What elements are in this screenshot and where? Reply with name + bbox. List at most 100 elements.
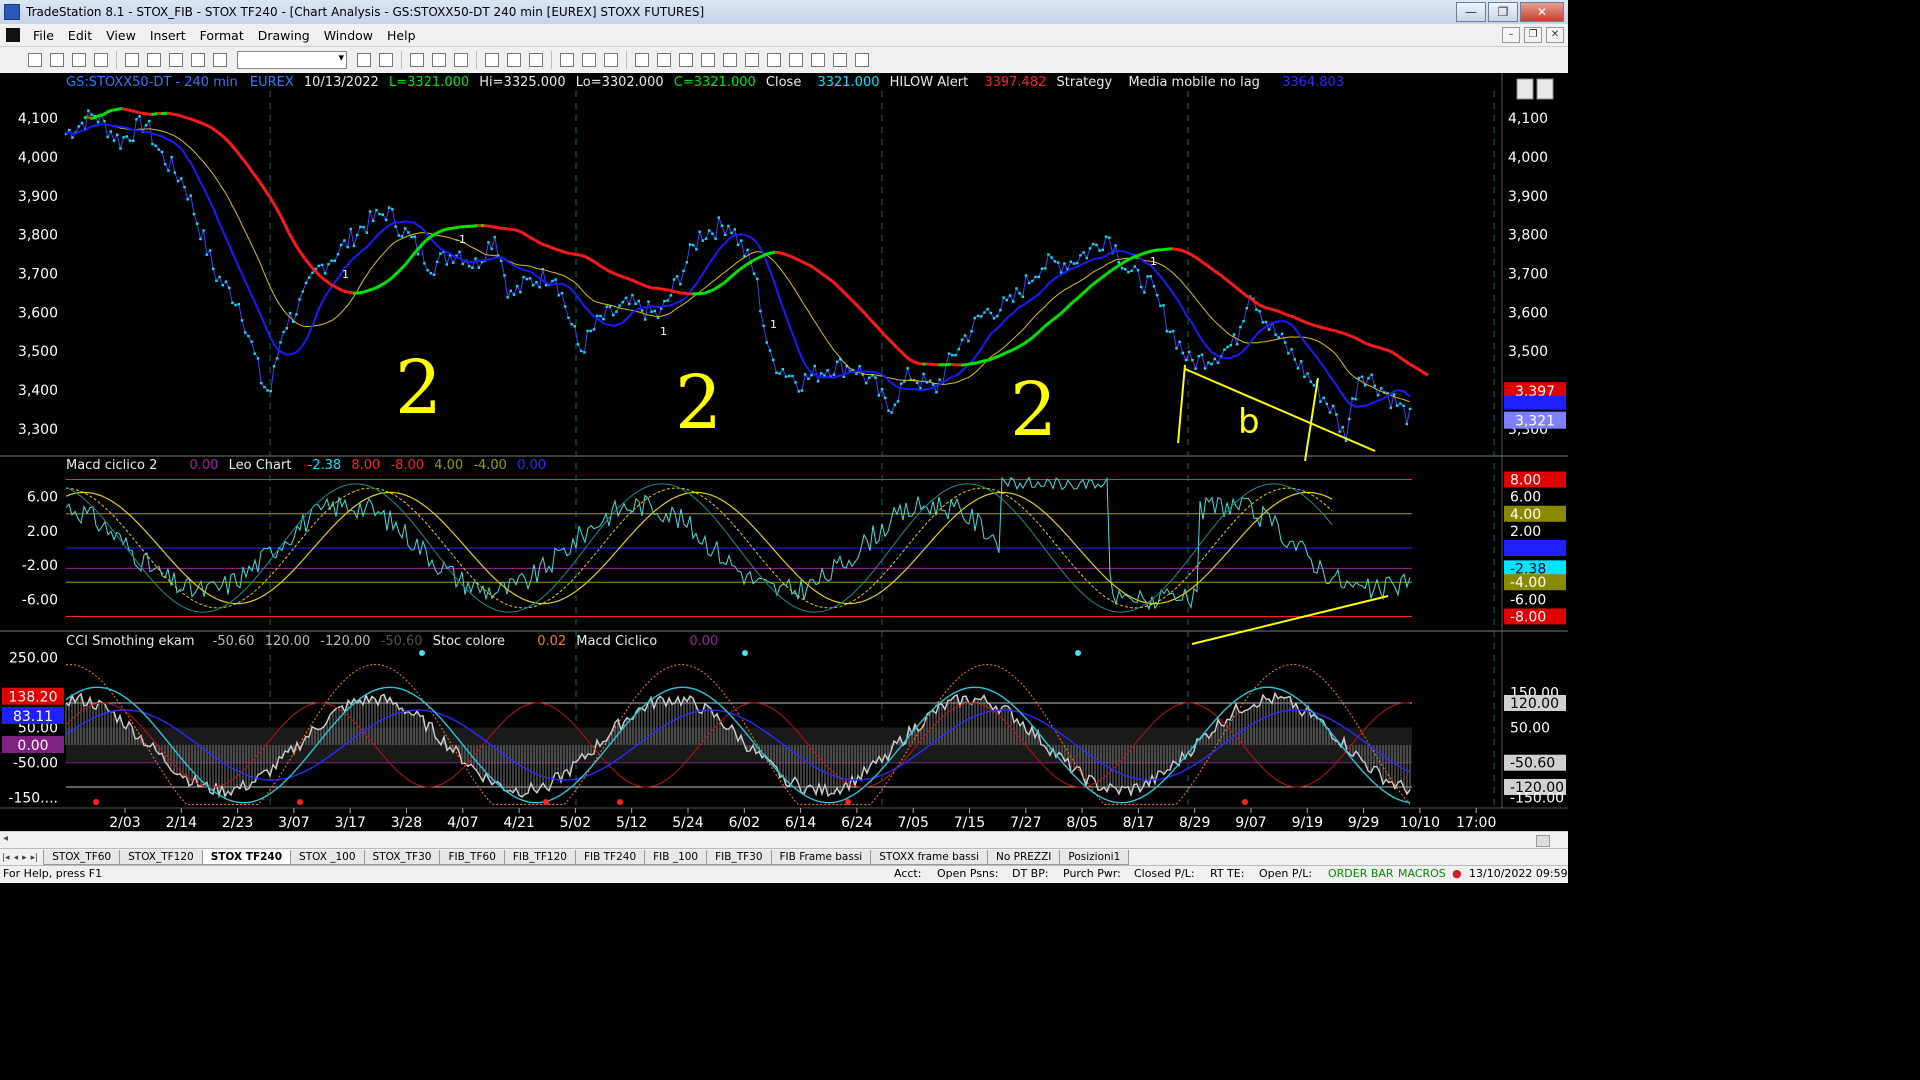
zoom-in-icon[interactable] — [560, 53, 574, 67]
price-bar-marker — [768, 349, 772, 352]
price-bar-marker — [986, 307, 989, 311]
print-icon[interactable] — [125, 53, 139, 67]
menu-window[interactable]: Window — [317, 28, 380, 43]
horizontal-line-icon[interactable] — [701, 53, 715, 67]
tab-stox-tf30[interactable]: STOX_TF30 — [363, 850, 441, 865]
strategy-label: Strategy — [1057, 75, 1113, 90]
hilow-alert-line — [758, 254, 764, 259]
price-bar-marker — [196, 222, 199, 225]
tab-fib-tf60[interactable]: FIB_TF60 — [439, 850, 505, 865]
arrow-down-icon[interactable] — [789, 53, 803, 67]
lock-icon[interactable] — [169, 53, 183, 67]
tab-posizioni1[interactable]: Posizioni1 — [1059, 850, 1130, 865]
status-order-bar[interactable]: ORDER BAR — [1328, 867, 1394, 880]
cci-neutral-band — [66, 727, 1412, 763]
price-bar-marker — [538, 286, 541, 289]
save-icon[interactable] — [72, 53, 86, 67]
tab-stox-tf60[interactable]: STOX_TF60 — [43, 850, 121, 865]
trendline-icon[interactable] — [679, 53, 693, 67]
menu-insert[interactable]: Insert — [143, 28, 193, 43]
price-bar-marker — [695, 248, 698, 251]
hilow-alert-line — [1309, 322, 1314, 327]
tab-stox-tf120[interactable]: STOX_TF120 — [119, 850, 203, 865]
indicator-icon[interactable] — [485, 53, 499, 67]
cci-value-tag-label: -50.60 — [1510, 756, 1555, 772]
channel-icon[interactable] — [745, 53, 759, 67]
tab-nav-first-icon[interactable]: |◂ — [0, 853, 12, 863]
status-macros[interactable]: MACROS — [1398, 867, 1446, 880]
maximize-button[interactable]: ❐ — [1488, 2, 1518, 22]
hilow-alert-line — [368, 287, 373, 292]
tab-stox-tf240[interactable]: STOX TF240 — [201, 850, 292, 865]
tab-fib-tf30[interactable]: FIB_TF30 — [706, 850, 772, 865]
menu-help[interactable]: Help — [380, 28, 423, 43]
price-bar-marker — [218, 275, 221, 279]
open-file-icon[interactable] — [50, 53, 64, 67]
strategy-icon[interactable] — [507, 53, 521, 67]
text-icon[interactable] — [855, 53, 869, 67]
hilow-alert-line — [915, 361, 920, 366]
price-bar-marker — [666, 299, 669, 302]
price-bar-marker — [423, 262, 426, 265]
chart-analysis-window[interactable]: 2 2 2 b 1 -1 1 1 1 4,100 4,100 4,000 4,000 3,900 3,90… — [0, 73, 1568, 831]
fibonacci-icon[interactable] — [723, 53, 737, 67]
tab-nav-next-icon[interactable]: ▸ — [20, 853, 29, 863]
radar-icon[interactable] — [432, 53, 446, 67]
tab-no-prezzi[interactable]: No PREZZI — [987, 850, 1061, 865]
tab-fib-frame-bassi[interactable]: FIB Frame bassi — [770, 850, 872, 865]
folder-icon[interactable] — [94, 53, 108, 67]
tab-nav-prev-icon[interactable]: ◂ — [12, 853, 21, 863]
pointer-icon[interactable] — [635, 53, 649, 67]
price-bar-marker — [1408, 407, 1412, 411]
symbol-dropdown[interactable] — [237, 51, 347, 69]
hilow-alert-line — [672, 289, 677, 294]
tab-stoxx-frame-bassi[interactable]: STOXX frame bassi — [870, 850, 989, 865]
ellipse-icon[interactable] — [811, 53, 825, 67]
horizontal-scrollbar[interactable]: ◂ — [0, 831, 1568, 849]
scroll-thumb[interactable] — [1536, 835, 1550, 847]
price-bar-marker — [717, 216, 720, 219]
tab-fib-tf120[interactable]: FIB_TF120 — [503, 850, 576, 865]
price-bar-marker — [711, 232, 714, 236]
zoom-out-icon[interactable] — [582, 53, 596, 67]
arrow-up-icon[interactable] — [767, 53, 781, 67]
mdi-close-button[interactable]: ✕ — [1546, 27, 1564, 43]
chart-icon[interactable] — [410, 53, 424, 67]
price-bar-marker — [576, 343, 580, 346]
menu-format[interactable]: Format — [193, 28, 251, 43]
tab-nav-last-icon[interactable]: ▸| — [29, 853, 41, 863]
tab-fib-tf240[interactable]: FIB TF240 — [574, 850, 646, 865]
network-icon[interactable] — [191, 53, 205, 67]
hilow-alert-line — [336, 286, 341, 291]
price-bar-marker — [682, 269, 685, 273]
mdi-minimize-button[interactable]: – — [1502, 27, 1520, 43]
x-axis-label: 5/24 — [672, 815, 704, 831]
close-button[interactable]: ✕ — [1520, 2, 1564, 22]
minimize-button[interactable]: — — [1456, 2, 1486, 22]
matrix-icon[interactable] — [454, 53, 468, 67]
search-icon[interactable] — [379, 53, 393, 67]
price-bar-marker — [368, 210, 372, 213]
mdi-restore-button[interactable]: ❐ — [1524, 27, 1542, 43]
tab-stox-100[interactable]: STOX _100 — [290, 850, 365, 865]
price-bar-marker — [704, 237, 708, 240]
rectangle-icon[interactable] — [833, 53, 847, 67]
scroll-left-icon[interactable]: ◂ — [3, 833, 8, 844]
price-bar-marker — [426, 268, 429, 272]
play-icon[interactable] — [357, 53, 371, 67]
price-axis-label-right: 3,800 — [1508, 228, 1548, 244]
bar-spacing-icon[interactable] — [604, 53, 618, 67]
optimize-icon[interactable] — [529, 53, 543, 67]
menu-view[interactable]: View — [99, 28, 143, 43]
price-bar-marker — [1149, 275, 1152, 278]
menu-file[interactable]: File — [26, 28, 61, 43]
chart-window-icon[interactable] — [6, 28, 20, 42]
hilow-alert-line — [566, 251, 571, 256]
crosshair-icon[interactable] — [657, 53, 671, 67]
menu-drawing[interactable]: Drawing — [251, 28, 317, 43]
new-file-icon[interactable] — [28, 53, 42, 67]
globe-icon[interactable] — [213, 53, 227, 67]
print-preview-icon[interactable] — [147, 53, 161, 67]
tab-fib-100[interactable]: FIB _100 — [644, 850, 708, 865]
menu-edit[interactable]: Edit — [61, 28, 99, 43]
